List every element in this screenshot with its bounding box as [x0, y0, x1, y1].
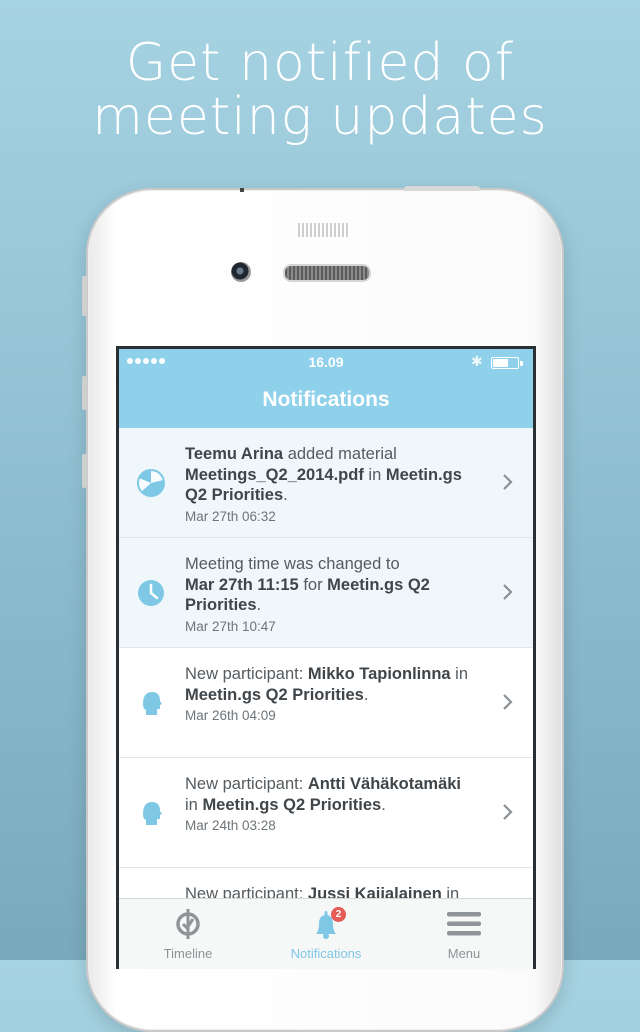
person-icon [143, 802, 162, 825]
connector-text: in [363, 465, 386, 484]
tab-bar: Timeline 2 Notifications Menu [119, 898, 533, 969]
notification-list[interactable]: Teemu Arina added material Meetings_Q2_2… [119, 428, 533, 898]
timeline-icon [176, 909, 200, 939]
tab-label: Timeline [163, 946, 213, 961]
hamburger-menu-icon [447, 912, 481, 936]
notification-time: Mar 27th 10:47 [185, 618, 276, 634]
new-time: Mar 27th 11:15 [185, 575, 299, 594]
status-bar: 16.09 ✱ [119, 349, 533, 376]
notification-text: Meeting time was changed to Mar 27th 11:… [185, 554, 485, 636]
chevron-right-icon [503, 584, 513, 600]
prefix-text: New participant: [185, 665, 308, 683]
notification-time: Mar 26th 04:09 [185, 708, 276, 723]
participant-name: Antti Vähäkotamäki [307, 775, 462, 793]
meeting-name-rest: Priorities [185, 596, 257, 614]
connector-text: in [450, 665, 469, 683]
tab-notifications[interactable]: 2 Notifications [257, 899, 395, 969]
clock-icon [138, 580, 164, 606]
volume-up-button [82, 376, 87, 410]
notification-item[interactable]: New participant: Antti Vähäkotamäki in M… [119, 758, 533, 868]
headline-line-2: meeting updates [92, 87, 548, 147]
connector-text: in [441, 885, 460, 898]
headline-line-1: Get notified of [125, 33, 515, 93]
phone-screen: 16.09 ✱ Notifications Teemu Arina added … [116, 346, 536, 969]
earpiece-speaker [283, 264, 371, 282]
participant-name: Mikko Tapionlinna [307, 665, 451, 683]
prefix-text: Meeting time was changed to [185, 555, 400, 573]
speaker-grille [298, 223, 350, 237]
notification-time: Mar 27th 06:32 [185, 508, 276, 524]
notification-time: Mar 24th 03:28 [185, 818, 276, 833]
notification-item[interactable]: New participant: Jussi Kajjalainen in [119, 868, 533, 898]
meeting-name: Meetin.gs Q2 [327, 575, 430, 594]
bluetooth-icon: ✱ [471, 353, 483, 369]
tab-menu[interactable]: Menu [395, 899, 533, 969]
notification-text: New participant: Jussi Kajjalainen in [185, 884, 485, 898]
actor-name: Teemu Arina [185, 445, 284, 463]
action-text: added material [283, 445, 397, 463]
antenna-mark [240, 188, 244, 192]
notification-text: New participant: Antti Vähäkotamäki in M… [185, 774, 485, 835]
mute-switch [82, 276, 87, 316]
notification-item[interactable]: Teemu Arina added material Meetings_Q2_2… [119, 428, 533, 538]
material-name: Meetings_Q2_2014.pdf [185, 465, 364, 484]
person-icon [143, 692, 162, 715]
promo-headline: Get notified of meeting updates [0, 36, 640, 144]
notification-text: Teemu Arina added material Meetings_Q2_2… [185, 444, 485, 526]
prefix-text: New participant: [185, 885, 308, 898]
notification-text: New participant: Mikko Tapionlinna in Me… [185, 664, 485, 725]
end-text: . [256, 596, 262, 614]
chevron-right-icon [503, 804, 513, 820]
notification-item[interactable]: Meeting time was changed to Mar 27th 11:… [119, 538, 533, 648]
tab-label: Notifications [290, 946, 362, 961]
participant-name: Jussi Kajjalainen [307, 885, 442, 898]
meeting-name: Meetin.gs [385, 465, 462, 484]
end-text: . [381, 795, 386, 814]
end-text: . [283, 486, 288, 504]
tab-label: Menu [447, 946, 481, 961]
pie-chart-icon [137, 469, 165, 497]
notification-badge: 2 [331, 907, 346, 922]
connector-text: for [298, 575, 328, 594]
meeting-name: Meetin.gs Q2 Priorities [202, 795, 382, 814]
prefix-text: New participant: [185, 775, 308, 793]
volume-down-button [82, 454, 87, 488]
meeting-name-rest: Q2 Priorities [185, 486, 284, 504]
front-camera [231, 262, 251, 282]
meeting-name: Meetin.gs Q2 Priorities [185, 685, 364, 704]
tab-timeline[interactable]: Timeline [119, 899, 257, 969]
notification-item[interactable]: New participant: Mikko Tapionlinna in Me… [119, 648, 533, 758]
nav-bar: Notifications [119, 376, 533, 428]
page-title: Notifications [262, 388, 390, 411]
battery-icon [491, 357, 523, 369]
end-text: . [363, 685, 369, 704]
connector-text: in [185, 795, 203, 814]
chevron-right-icon [503, 694, 513, 710]
chevron-right-icon [503, 474, 513, 490]
power-button [404, 186, 480, 191]
